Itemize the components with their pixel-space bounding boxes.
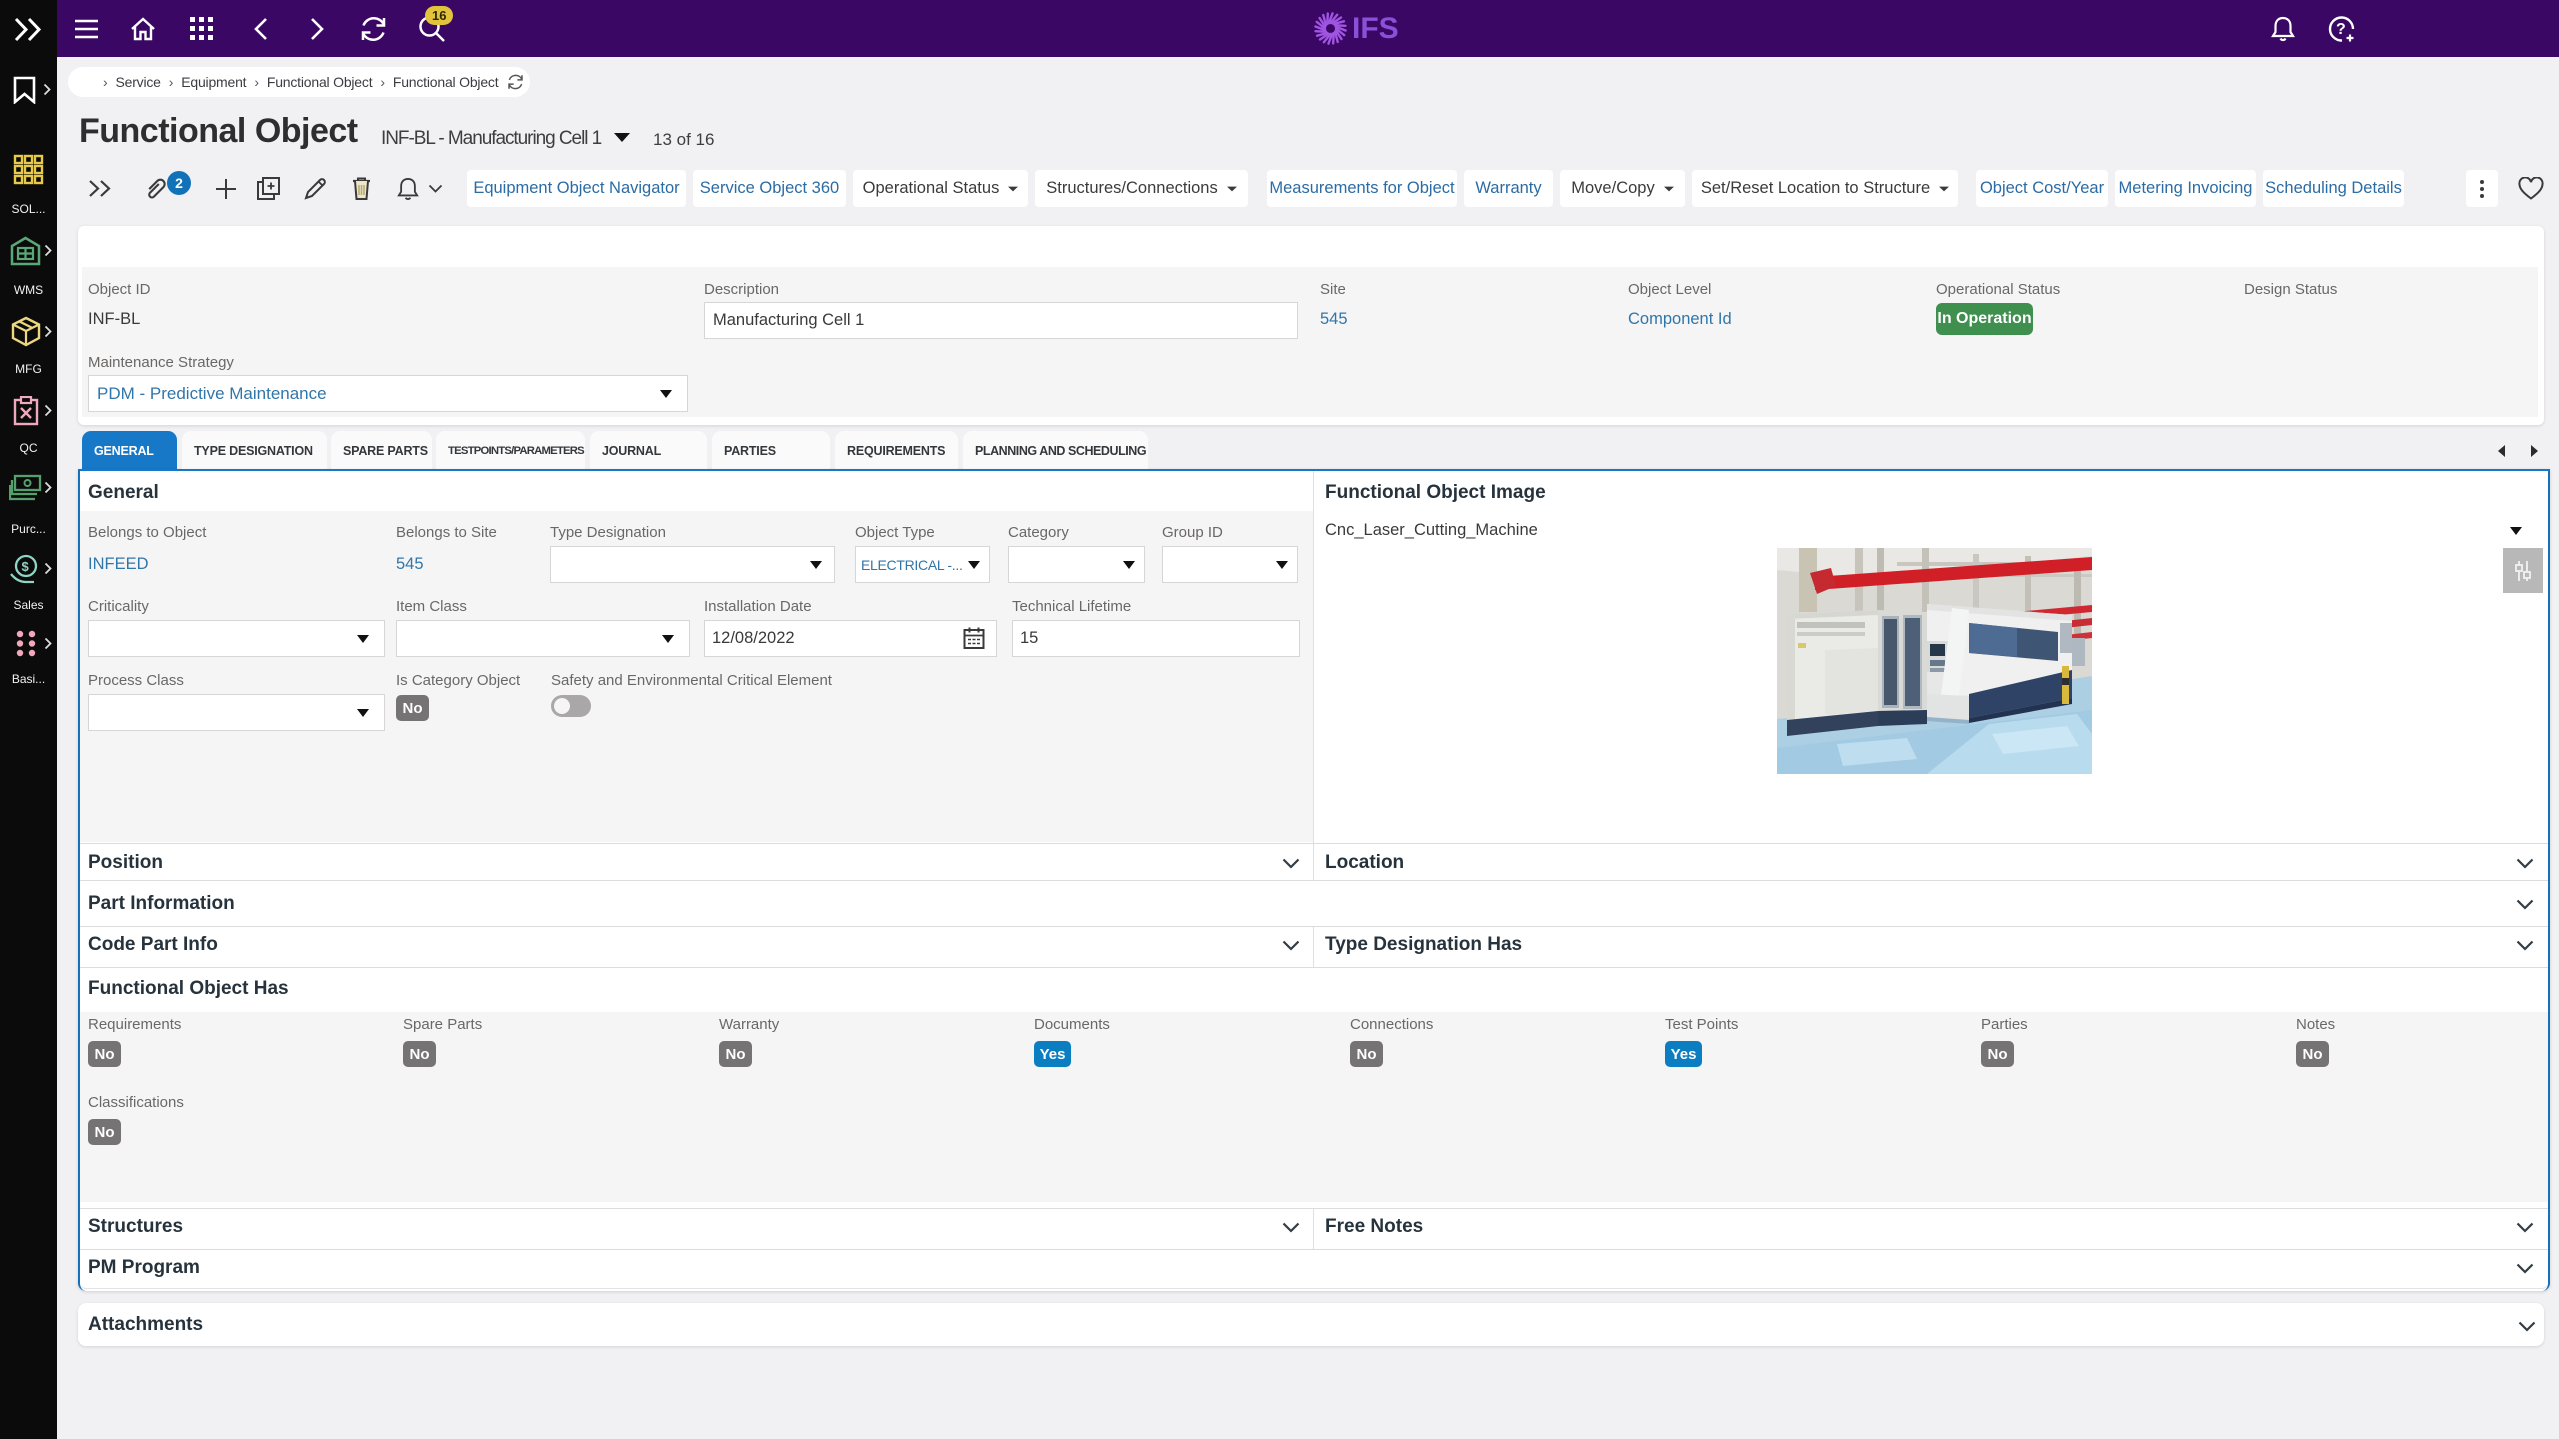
svg-text:$: $ [22, 559, 30, 574]
svg-text:?: ? [2336, 21, 2346, 38]
